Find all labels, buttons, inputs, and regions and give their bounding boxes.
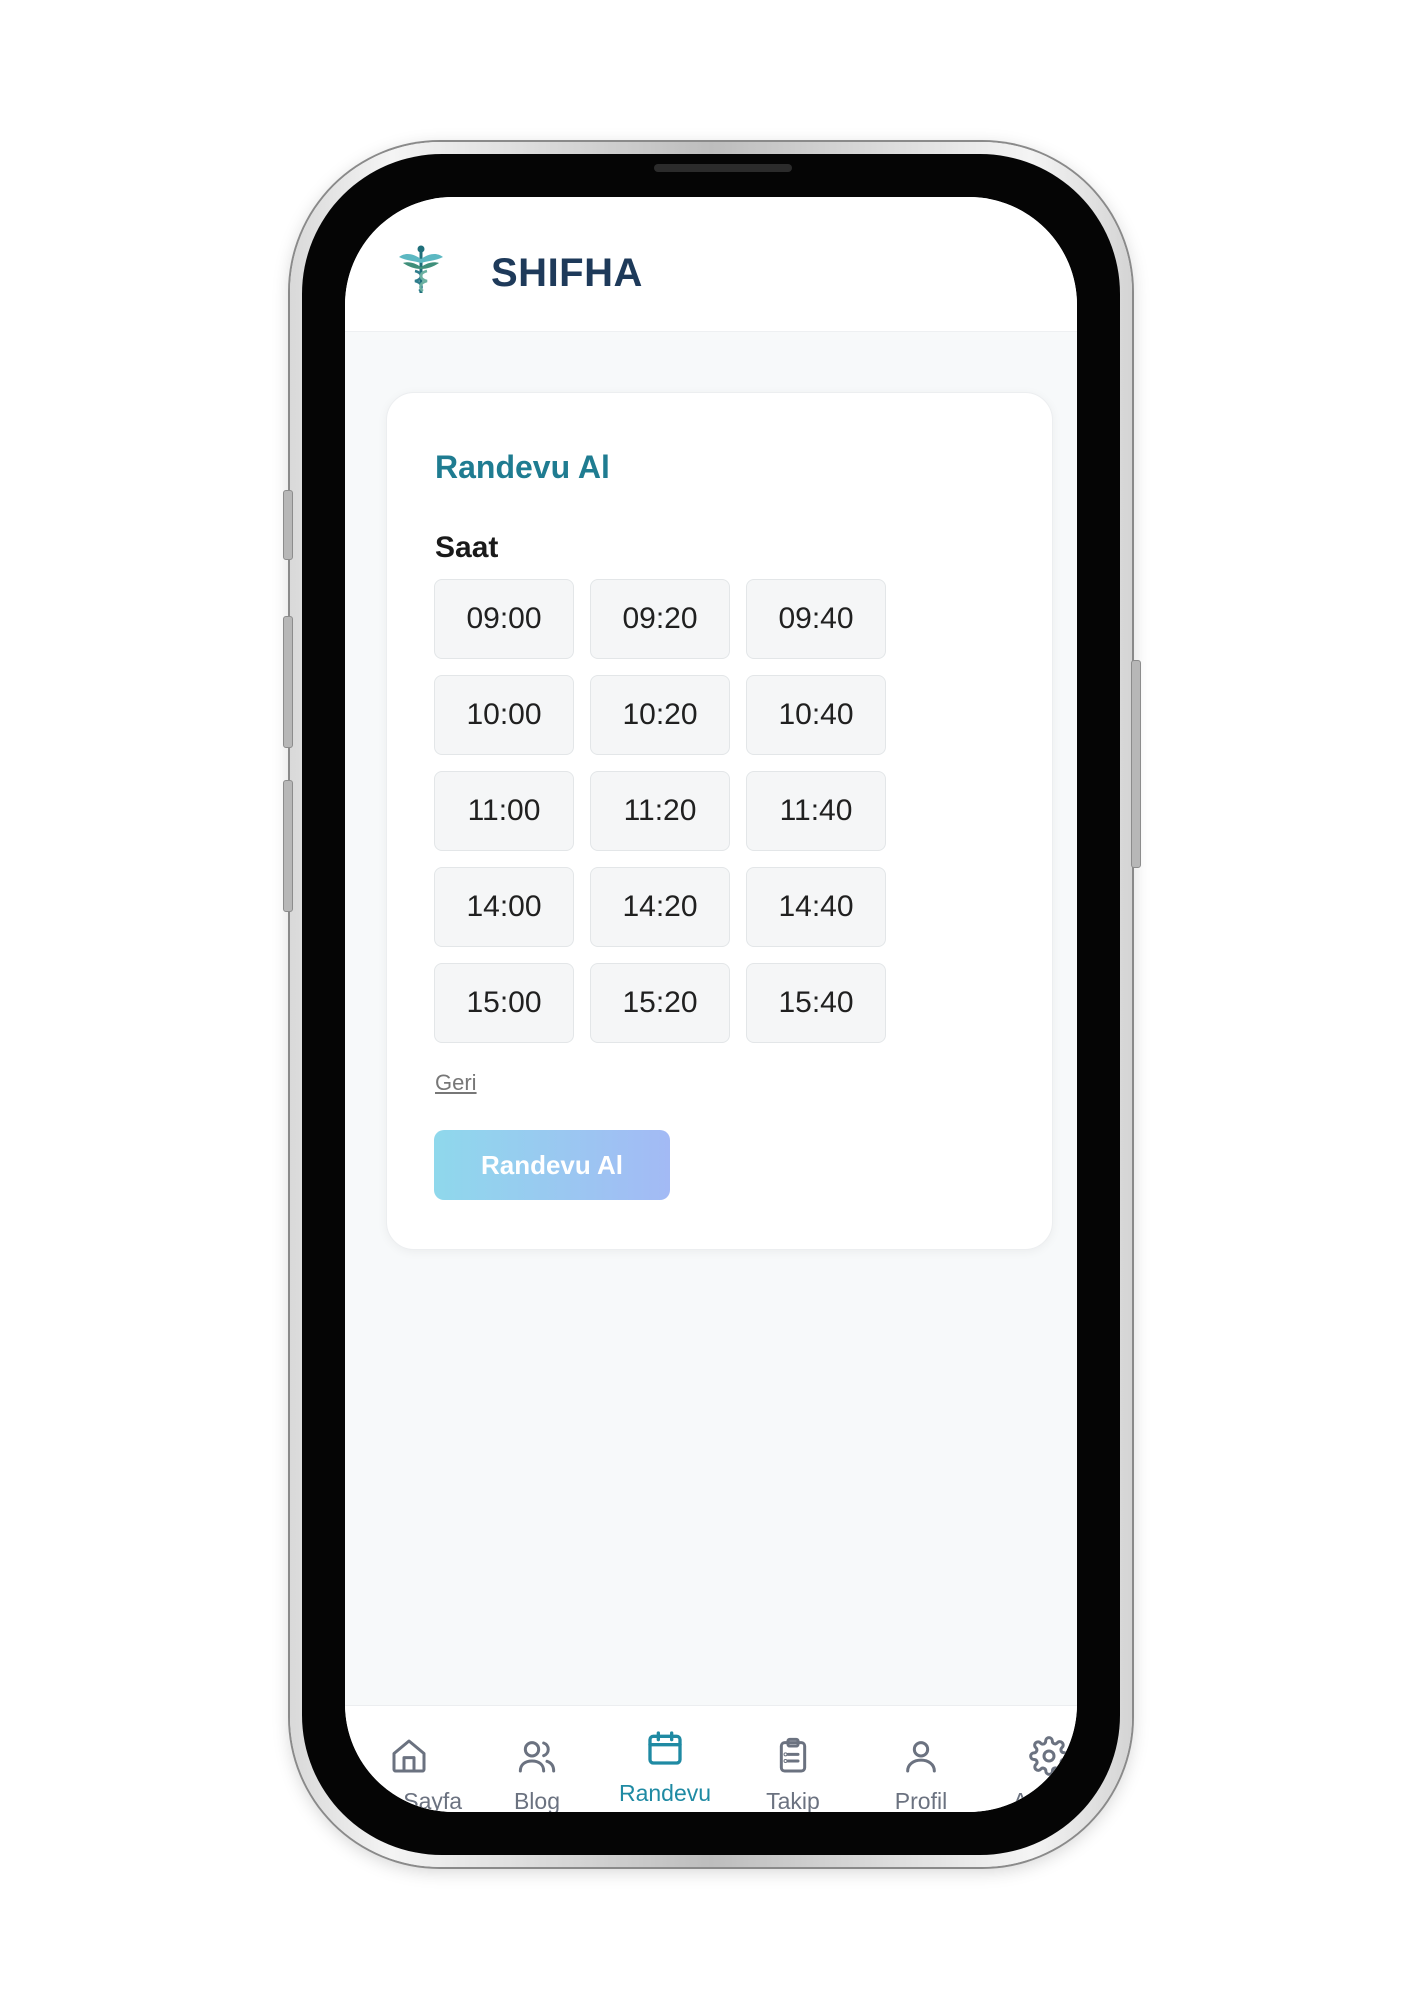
- app-header: SHIFHA: [345, 197, 1077, 332]
- time-slot[interactable]: 10:40: [746, 675, 886, 755]
- nav-item-takip[interactable]: Takip: [729, 1706, 857, 1812]
- bottom-nav: Ana Sayfa Blog Randevu Takip Profil Ayar…: [345, 1705, 1077, 1812]
- nav-label: Randevu: [618, 1780, 712, 1806]
- home-icon: [392, 1739, 426, 1773]
- time-slot[interactable]: 11:20: [590, 771, 730, 851]
- nav-item-blog[interactable]: Blog: [473, 1706, 601, 1812]
- nav-item-home[interactable]: Ana Sayfa: [345, 1706, 473, 1812]
- phone-bezel: SHIFHA Randevu Al Saat 09:00 09:20 09:40…: [302, 154, 1120, 1855]
- time-slot-grid: 09:00 09:20 09:40 10:00 10:20 10:40 11:0…: [434, 579, 886, 1043]
- back-link[interactable]: Geri: [435, 1070, 477, 1096]
- users-icon: [518, 1741, 556, 1773]
- time-slot[interactable]: 09:00: [434, 579, 574, 659]
- volume-up-button: [283, 616, 293, 748]
- time-section-label: Saat: [435, 531, 499, 564]
- time-slot[interactable]: 14:20: [590, 867, 730, 947]
- calendar-icon: [648, 1731, 682, 1765]
- nav-item-randevu[interactable]: Randevu: [601, 1706, 729, 1812]
- time-slot[interactable]: 11:00: [434, 771, 574, 851]
- nav-label: Takip: [766, 1788, 820, 1812]
- time-slot[interactable]: 10:20: [590, 675, 730, 755]
- power-button: [1131, 660, 1141, 868]
- nav-label: Profil: [894, 1788, 948, 1812]
- appointment-card: Randevu Al Saat 09:00 09:20 09:40 10:00 …: [386, 392, 1053, 1250]
- caduceus-logo-icon: [399, 245, 443, 293]
- time-slot[interactable]: 15:40: [746, 963, 886, 1043]
- phone-screen: SHIFHA Randevu Al Saat 09:00 09:20 09:40…: [345, 197, 1077, 1812]
- brand-name: SHIFHA: [491, 251, 643, 295]
- time-slot[interactable]: 10:00: [434, 675, 574, 755]
- nav-label: Blog: [513, 1788, 561, 1812]
- volume-down-button: [283, 780, 293, 912]
- nav-label: Ayarlar: [1012, 1788, 1077, 1812]
- time-slot[interactable]: 14:00: [434, 867, 574, 947]
- time-slot[interactable]: 14:40: [746, 867, 886, 947]
- book-appointment-button[interactable]: Randevu Al: [434, 1130, 670, 1200]
- time-slot[interactable]: 11:40: [746, 771, 886, 851]
- nav-item-profil[interactable]: Profil: [857, 1706, 985, 1812]
- time-slot[interactable]: 09:20: [590, 579, 730, 659]
- time-slot[interactable]: 15:20: [590, 963, 730, 1043]
- time-slot[interactable]: 15:00: [434, 963, 574, 1043]
- user-icon: [906, 1741, 936, 1773]
- mute-switch: [283, 490, 293, 560]
- time-slot[interactable]: 09:40: [746, 579, 886, 659]
- nav-item-ayarlar[interactable]: Ayarlar: [985, 1706, 1077, 1812]
- gear-icon: [1029, 1736, 1069, 1776]
- speaker-grille: [654, 164, 792, 172]
- card-title: Randevu Al: [435, 449, 610, 485]
- nav-label: Ana Sayfa: [355, 1788, 463, 1812]
- phone-frame: SHIFHA Randevu Al Saat 09:00 09:20 09:40…: [290, 142, 1132, 1867]
- clipboard-icon: [779, 1737, 807, 1773]
